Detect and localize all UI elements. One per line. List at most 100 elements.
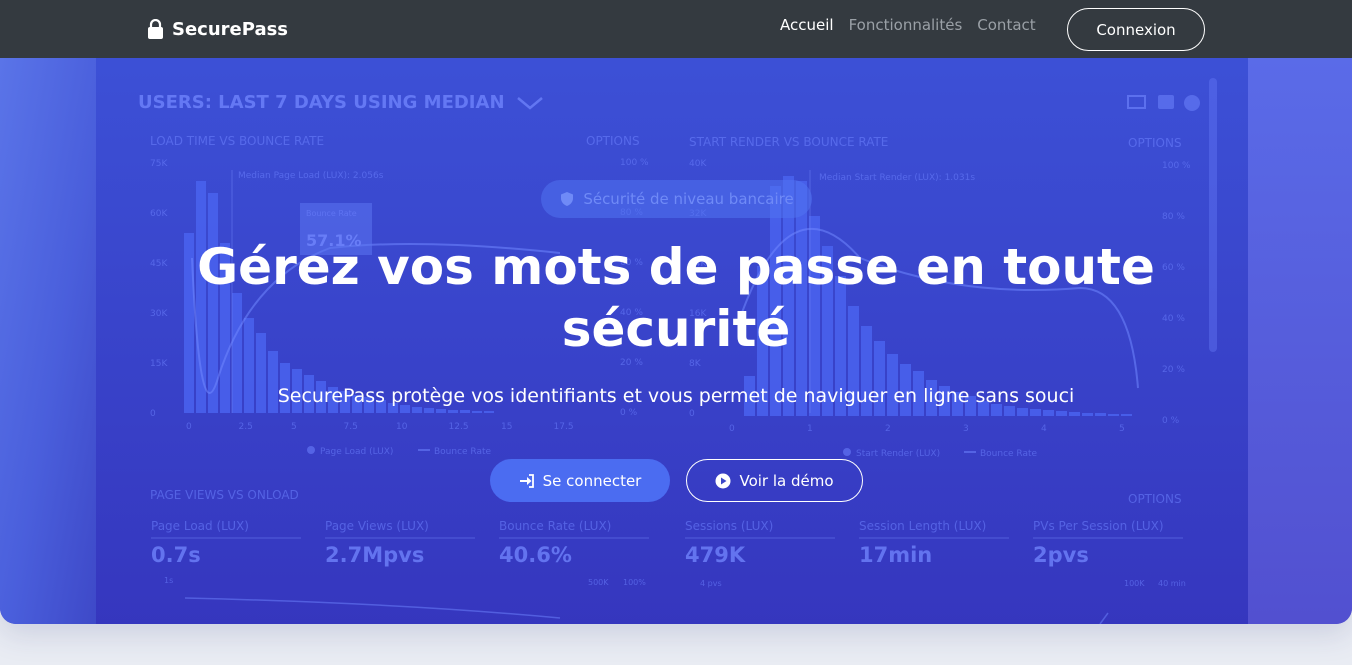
demo-button[interactable]: Voir la démo bbox=[686, 459, 863, 502]
right-legend-2: Bounce Rate bbox=[980, 449, 1038, 459]
metric-label: PVs Per Session (LUX) bbox=[1033, 519, 1164, 533]
sign-in-icon bbox=[519, 473, 534, 488]
section2-options: OPTIONS bbox=[1128, 492, 1182, 506]
bg-bar bbox=[1017, 408, 1028, 416]
left-x-tick: 15 bbox=[501, 422, 512, 432]
right-pct-tick: 80 % bbox=[1162, 212, 1185, 222]
left-legend-1: Page Load (LUX) bbox=[320, 447, 393, 457]
metric-value: 40.6% bbox=[499, 543, 572, 567]
lock-icon bbox=[148, 19, 163, 39]
right-y-tick: 0 bbox=[689, 409, 695, 419]
right-x-tick: 2 bbox=[885, 424, 891, 434]
left-pct-tick: 100 % bbox=[620, 158, 649, 168]
left-x-tick: 2.5 bbox=[239, 422, 253, 432]
bg-bar bbox=[424, 408, 434, 413]
nav-links: Accueil Fonctionnalités Contact bbox=[780, 16, 1036, 34]
right-annotation: Median Start Render (LUX): 1.031s bbox=[819, 173, 975, 183]
left-y-tick: 15K bbox=[150, 359, 168, 369]
right-x-axis: 0 1 2 3 4 5 bbox=[729, 424, 1125, 434]
left-y-axis: 75K 60K 45K 30K 15K 0 bbox=[150, 159, 168, 419]
bg-bar bbox=[1004, 406, 1015, 416]
metric-value: 17min bbox=[859, 543, 932, 567]
right-x-tick: 3 bbox=[963, 424, 969, 434]
left-x-tick: 5 bbox=[291, 422, 297, 432]
metric-label: Page Load (LUX) bbox=[151, 519, 249, 533]
nav-link-contact[interactable]: Contact bbox=[977, 16, 1035, 34]
hero-title: Gérez vos mots de passe en toute sécurit… bbox=[197, 238, 1155, 358]
bg-bar bbox=[436, 409, 446, 413]
left-options: OPTIONS bbox=[586, 134, 640, 148]
bg-bar bbox=[448, 410, 458, 413]
metric-value: 0.7s bbox=[151, 543, 201, 567]
nav-link-accueil[interactable]: Accueil bbox=[780, 16, 834, 34]
metric-value: 2pvs bbox=[1033, 543, 1089, 567]
left-pct-tick: 0 % bbox=[620, 408, 638, 418]
bg-bar bbox=[1121, 414, 1132, 416]
left-annotation: Median Page Load (LUX): 2.056s bbox=[238, 171, 384, 181]
metric-value: 2.7Mpvs bbox=[325, 543, 424, 567]
left-y-tick: 0 bbox=[150, 409, 156, 419]
right-x-tick: 1 bbox=[807, 424, 813, 434]
sign-in-label: Se connecter bbox=[542, 471, 642, 490]
left-chart-title: LOAD TIME VS BOUNCE RATE bbox=[150, 134, 324, 148]
metric-value: 479K bbox=[685, 543, 746, 567]
security-badge: Sécurité de niveau bancaire bbox=[541, 180, 812, 218]
left-legend-2: Bounce Rate bbox=[434, 447, 492, 457]
login-button[interactable]: Connexion bbox=[1067, 8, 1205, 51]
left-x-tick: 10 bbox=[396, 422, 408, 432]
right-y-tick: 40K bbox=[689, 159, 707, 169]
bg-bar bbox=[412, 407, 422, 413]
left-x-tick: 12.5 bbox=[449, 422, 469, 432]
left-y-tick: 75K bbox=[150, 159, 168, 169]
navbar: SecurePass Accueil Fonctionnalités Conta… bbox=[0, 0, 1352, 58]
small-label-3: 100% bbox=[623, 578, 646, 587]
bg-bar bbox=[484, 411, 494, 413]
left-y-tick: 60K bbox=[150, 209, 168, 219]
right-x-tick: 5 bbox=[1119, 424, 1125, 434]
bg-bar bbox=[1030, 409, 1041, 416]
bg-bar bbox=[1043, 410, 1054, 416]
shield-icon bbox=[561, 192, 574, 206]
right-pct-tick: 100 % bbox=[1162, 161, 1191, 171]
left-x-axis: 0 2.5 5 7.5 10 12.5 15 17.5 bbox=[186, 422, 574, 432]
section2-title: PAGE VIEWS VS ONLOAD bbox=[150, 488, 299, 502]
right-x-tick: 0 bbox=[729, 424, 735, 434]
tooltip-label: Bounce Rate bbox=[306, 209, 357, 218]
demo-label: Voir la démo bbox=[739, 471, 834, 490]
right-legend-1: Start Render (LUX) bbox=[856, 449, 940, 459]
small-label-6: 40 min bbox=[1158, 579, 1186, 588]
play-circle-icon bbox=[715, 473, 731, 488]
small-label-2: 500K bbox=[588, 578, 609, 587]
right-y-tick: 8K bbox=[689, 359, 702, 369]
hero-subtitle: SecurePass protège vos identifiants et v… bbox=[277, 385, 1075, 407]
brand-name: SecurePass bbox=[172, 18, 289, 40]
bg-bar bbox=[1069, 412, 1080, 416]
right-options: OPTIONS bbox=[1128, 136, 1182, 150]
bg-bar bbox=[1108, 414, 1119, 416]
metric-label: Sessions (LUX) bbox=[685, 519, 773, 533]
bg-bar bbox=[472, 411, 482, 413]
brand-logo[interactable]: SecurePass bbox=[147, 16, 288, 42]
metric-label: Page Views (LUX) bbox=[325, 519, 429, 533]
right-pct-tick: 0 % bbox=[1162, 416, 1180, 426]
small-label-4: 4 pvs bbox=[700, 579, 722, 588]
metrics-row: Page Load (LUX) 0.7s Page Views (LUX) 2.7Mp… bbox=[151, 519, 1183, 567]
bg-bar bbox=[1095, 413, 1106, 416]
bg-bar bbox=[1056, 411, 1067, 416]
metric-label: Session Length (LUX) bbox=[859, 519, 986, 533]
security-badge-label: Sécurité de niveau bancaire bbox=[583, 190, 794, 208]
small-label-5: 100K bbox=[1124, 579, 1145, 588]
metric-label: Bounce Rate (LUX) bbox=[499, 519, 611, 533]
left-x-tick: 0 bbox=[186, 422, 192, 432]
sign-in-button[interactable]: Se connecter bbox=[490, 459, 670, 502]
left-x-tick: 7.5 bbox=[344, 422, 358, 432]
bg-bar bbox=[1082, 413, 1093, 416]
dash-heading: USERS: LAST 7 DAYS USING MEDIAN bbox=[138, 92, 505, 113]
right-pct-tick: 20 % bbox=[1162, 365, 1185, 375]
hero-section: USERS: LAST 7 DAYS USING MEDIAN LOAD TIM… bbox=[0, 58, 1352, 624]
left-y-tick: 30K bbox=[150, 309, 168, 319]
small-label-1: 1s bbox=[164, 576, 173, 585]
nav-link-fonctionnalites[interactable]: Fonctionnalités bbox=[849, 16, 963, 34]
left-y-tick: 45K bbox=[150, 259, 168, 269]
left-x-tick: 17.5 bbox=[554, 422, 574, 432]
